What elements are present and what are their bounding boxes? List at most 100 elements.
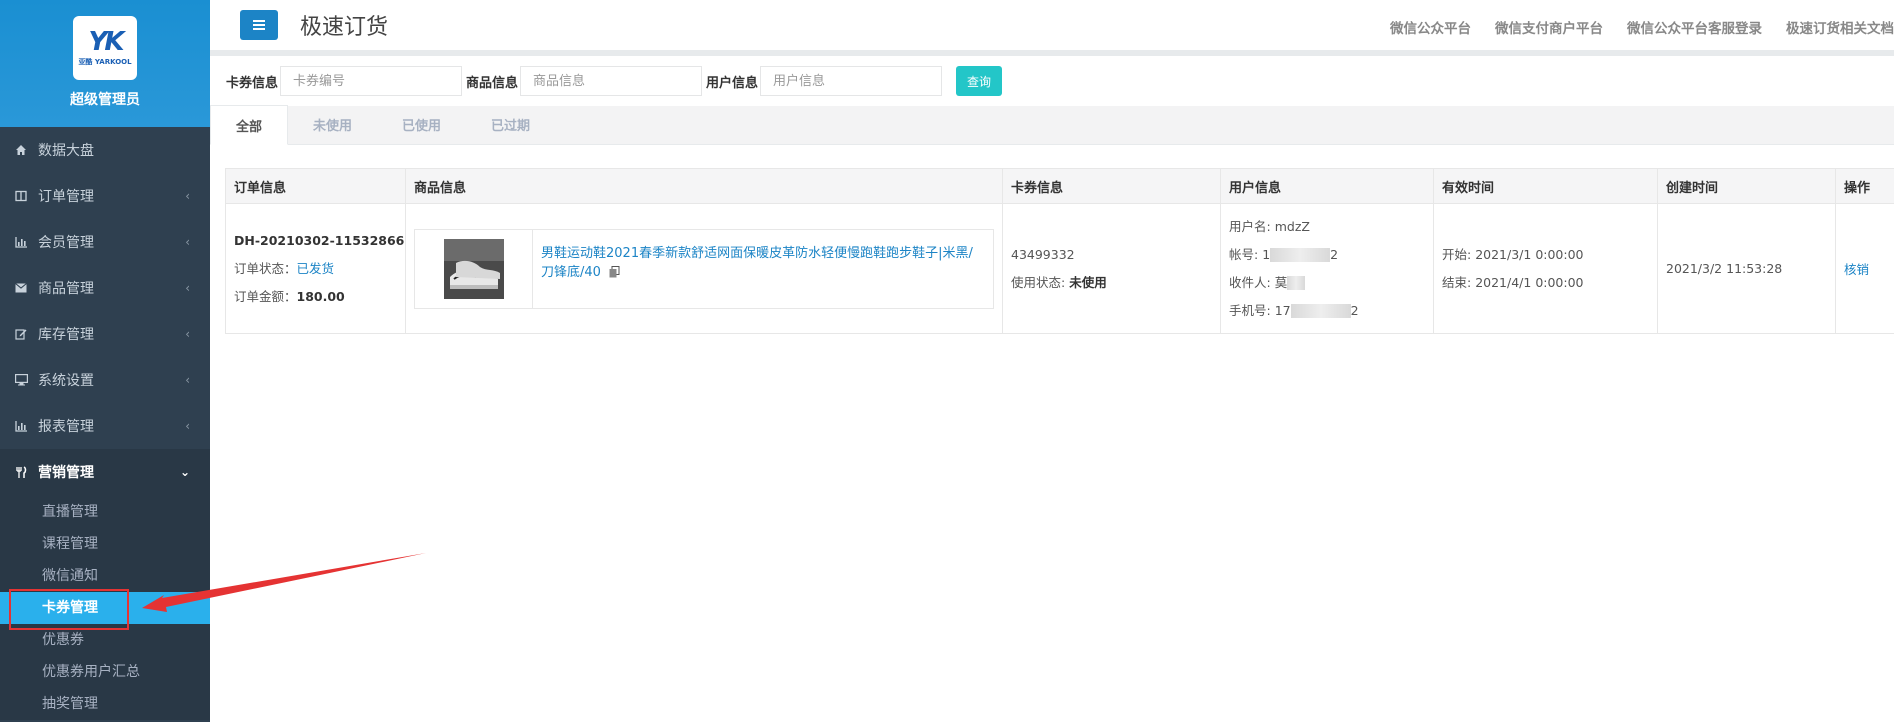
tab-all[interactable]: 全部 [210, 105, 289, 145]
card-number: 43499332 [1011, 246, 1075, 262]
user-search-input[interactable] [760, 66, 943, 96]
goods-thumbnail[interactable] [415, 229, 533, 308]
col-header-action: 操作 [1835, 168, 1894, 204]
sidebar-item-marketing[interactable]: 营销管理 ⌄ [0, 449, 210, 495]
tab-unused[interactable]: 未使用 [288, 105, 377, 144]
cutlery-icon [14, 465, 28, 479]
card-table-wrapper: 订单信息 商品信息 卡券信息 用户信息 有效时间 创建时间 操作 DH-2021… [225, 168, 1894, 334]
sidebar-item-orders[interactable]: 订单管理 ‹ [0, 173, 210, 219]
sidebar-subitem-lottery[interactable]: 抽奖管理 [0, 688, 210, 720]
shoe-image [443, 238, 504, 299]
sidebar-subitem-course[interactable]: 课程管理 [0, 528, 210, 560]
user-phone: 手机号: 17 2 [1229, 297, 1433, 325]
order-status-value: 已发货 [296, 260, 335, 276]
phone-suffix: 2 [1350, 302, 1359, 318]
order-info-cell: DH-20210302-11532866 订单状态：已发货 订单金额：180.0… [225, 203, 406, 334]
user-role[interactable]: 超级管理员 [0, 89, 210, 109]
card-table: 订单信息 商品信息 卡券信息 用户信息 有效时间 创建时间 操作 DH-2021… [225, 168, 1894, 334]
sidebar-subitem-wechat-notice[interactable]: 微信通知 [0, 560, 210, 592]
sidebar-item-goods[interactable]: 商品管理 ‹ [0, 265, 210, 311]
sidebar-item-label: 数据大盘 [38, 143, 94, 159]
chevron-left-icon: ‹ [185, 189, 190, 203]
created-value: 2021/3/2 11:53:28 [1666, 261, 1783, 276]
tab-expired[interactable]: 已过期 [466, 105, 555, 144]
top-links: 微信公众平台 微信支付商户平台 微信公众平台客服登录 极速订货相关文档 [1366, 17, 1894, 37]
card-search-label: 卡券信息 [226, 75, 279, 91]
chevron-left-icon: ‹ [185, 281, 190, 295]
bar-chart-icon [14, 235, 28, 249]
verify-link[interactable]: 核销 [1844, 262, 1869, 277]
sidebar-item-label: 报表管理 [38, 419, 94, 435]
username-label: 用户名: [1229, 218, 1271, 234]
goods-title-text: 男鞋运动鞋2021春季新款舒适网面保暖皮革防水轻便慢跑鞋跑步鞋子|米黑/刀锋底/… [541, 245, 973, 280]
order-amount-value: 180.00 [296, 288, 345, 304]
goods-title-link[interactable]: 男鞋运动鞋2021春季新款舒适网面保暖皮革防水轻便慢跑鞋跑步鞋子|米黑/刀锋底/… [533, 230, 993, 308]
main-content: 极速订货 微信公众平台 微信支付商户平台 微信公众平台客服登录 极速订货相关文档… [210, 0, 1894, 722]
col-header-user: 用户信息 [1220, 168, 1434, 204]
link-docs[interactable]: 极速订货相关文档 [1786, 17, 1894, 37]
link-wechat-service-login[interactable]: 微信公众平台客服登录 [1627, 17, 1762, 37]
sidebar-item-label: 会员管理 [38, 235, 94, 251]
home-icon [14, 143, 28, 157]
menu-toggle-button[interactable] [240, 10, 278, 40]
top-header: 极速订货 微信公众平台 微信支付商户平台 微信公众平台客服登录 极速订货相关文档 [210, 0, 1894, 56]
sidebar-profile: YK 亚酷 YARKOOL 超级管理员 [0, 0, 210, 127]
columns-icon [14, 189, 28, 203]
order-amount-label: 订单金额： [234, 288, 297, 304]
col-header-valid-time: 有效时间 [1433, 168, 1658, 204]
brand-logo[interactable]: YK 亚酷 YARKOOL [73, 16, 137, 80]
link-wechat-pay[interactable]: 微信支付商户平台 [1495, 17, 1603, 37]
order-amount: 订单金额：180.00 [234, 283, 405, 311]
receiver-label: 收件人: [1229, 274, 1271, 290]
order-number: DH-20210302-11532866 [234, 232, 405, 248]
sidebar-item-label: 订单管理 [38, 189, 94, 205]
chevron-left-icon: ‹ [185, 419, 190, 433]
tab-used[interactable]: 已使用 [377, 105, 466, 144]
sidebar-item-label: 系统设置 [38, 373, 94, 389]
sidebar-item-inventory[interactable]: 库存管理 ‹ [0, 311, 210, 357]
use-status-label: 使用状态: [1011, 274, 1066, 290]
chevron-down-icon: ⌄ [179, 465, 190, 479]
query-button[interactable]: 查询 [956, 66, 1003, 96]
desktop-icon [14, 373, 28, 387]
hamburger-icon [253, 20, 265, 30]
user-search-label: 用户信息 [706, 75, 759, 91]
bar-chart-icon [14, 419, 28, 433]
logo-subtext: 亚酷 YARKOOL [78, 58, 132, 66]
user-receiver: 收件人: 莫 [1229, 269, 1433, 297]
link-wechat-platform[interactable]: 微信公众平台 [1390, 17, 1471, 37]
goods-search-input[interactable] [520, 66, 703, 96]
sidebar-item-reports[interactable]: 报表管理 ‹ [0, 403, 210, 449]
valid-end: 结束: 2021/4/1 0:00:00 [1442, 269, 1657, 297]
order-status: 订单状态：已发货 [234, 255, 405, 283]
phone-label: 手机号: [1229, 302, 1271, 318]
sidebar-item-dashboard[interactable]: 数据大盘 [0, 127, 210, 173]
sidebar-subitem-coupon-summary[interactable]: 优惠券用户汇总 [0, 656, 210, 688]
col-header-card: 卡券信息 [1002, 168, 1221, 204]
copy-icon[interactable] [609, 266, 620, 278]
receiver-prefix: 莫 [1274, 274, 1288, 290]
logo-mark: YK [88, 27, 125, 57]
sidebar-item-label: 营销管理 [38, 465, 94, 481]
start-label: 开始: [1442, 246, 1472, 262]
redacted-mask [1287, 276, 1306, 290]
sidebar-item-members[interactable]: 会员管理 ‹ [0, 219, 210, 265]
goods-card: 男鞋运动鞋2021春季新款舒适网面保暖皮革防水轻便慢跑鞋跑步鞋子|米黑/刀锋底/… [414, 228, 994, 309]
account-suffix: 2 [1330, 246, 1339, 262]
annotation-highlight-box [9, 589, 129, 630]
col-header-goods: 商品信息 [405, 168, 1003, 204]
start-value: 2021/3/1 0:00:00 [1475, 246, 1584, 262]
account-prefix: 1 [1262, 246, 1271, 262]
envelope-icon [14, 281, 28, 295]
sidebar-item-settings[interactable]: 系统设置 ‹ [0, 357, 210, 403]
use-status-value: 未使用 [1069, 274, 1107, 290]
account-label: 帐号: [1229, 246, 1259, 262]
card-search-input[interactable] [280, 66, 463, 96]
page-title: 极速订货 [300, 15, 389, 40]
username-value: mdzZ [1274, 218, 1310, 234]
redacted-mask [1290, 304, 1351, 318]
user-name: 用户名: mdzZ [1229, 213, 1433, 241]
sidebar-subitem-live[interactable]: 直播管理 [0, 496, 210, 528]
sidebar-item-label: 库存管理 [38, 327, 94, 343]
phone-prefix: 17 [1274, 302, 1291, 318]
